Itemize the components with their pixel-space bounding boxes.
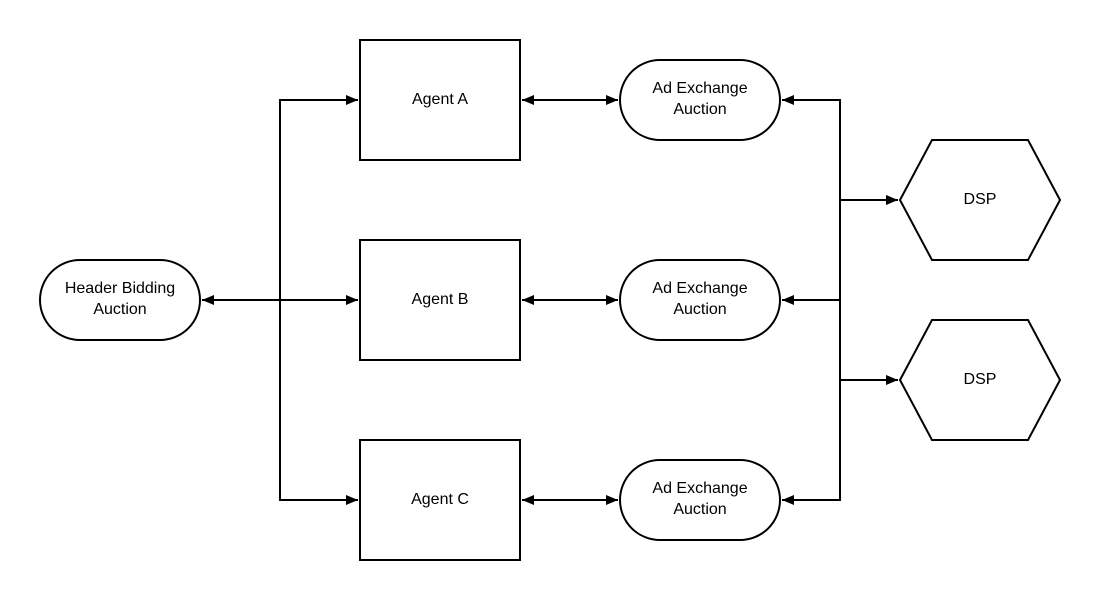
ad-exchange-auction-node-c[interactable]: Ad Exchange Auction (619, 459, 781, 541)
ad-exchange-auction-node-a[interactable]: Ad Exchange Auction (619, 59, 781, 141)
connector-bus-adx-c (782, 300, 841, 505)
node-label: Auction (673, 501, 726, 518)
diagram: Header Bidding Auction Agent A Agent B A… (39, 39, 1062, 561)
node-label: Ad Exchange (652, 480, 747, 497)
node-label: DSP (964, 191, 997, 208)
node-label: Ad Exchange (652, 80, 747, 97)
node-label: DSP (964, 371, 997, 388)
node-label: Auction (93, 301, 146, 318)
node-label: Ad Exchange (652, 280, 747, 297)
ad-exchange-auction-node-b[interactable]: Ad Exchange Auction (619, 259, 781, 341)
agent-c-node[interactable]: Agent C (359, 439, 521, 561)
node-label: Agent A (412, 91, 468, 108)
node-label: Auction (673, 101, 726, 118)
connector-bus-agent-c (279, 300, 358, 505)
node-label: Auction (673, 301, 726, 318)
dsp-node-1[interactable]: DSP (898, 139, 1062, 261)
agent-a-node[interactable]: Agent A (359, 39, 521, 161)
node-label: Header Bidding (65, 280, 175, 297)
node-label: Agent B (412, 291, 469, 308)
connector-bus-adx-a (782, 95, 841, 300)
agent-b-node[interactable]: Agent B (359, 239, 521, 361)
connector-bus-agent-a (279, 95, 358, 300)
header-bidding-auction-node[interactable]: Header Bidding Auction (39, 259, 201, 341)
node-label: Agent C (411, 491, 469, 508)
dsp-node-2[interactable]: DSP (898, 319, 1062, 441)
connectors (202, 95, 898, 505)
